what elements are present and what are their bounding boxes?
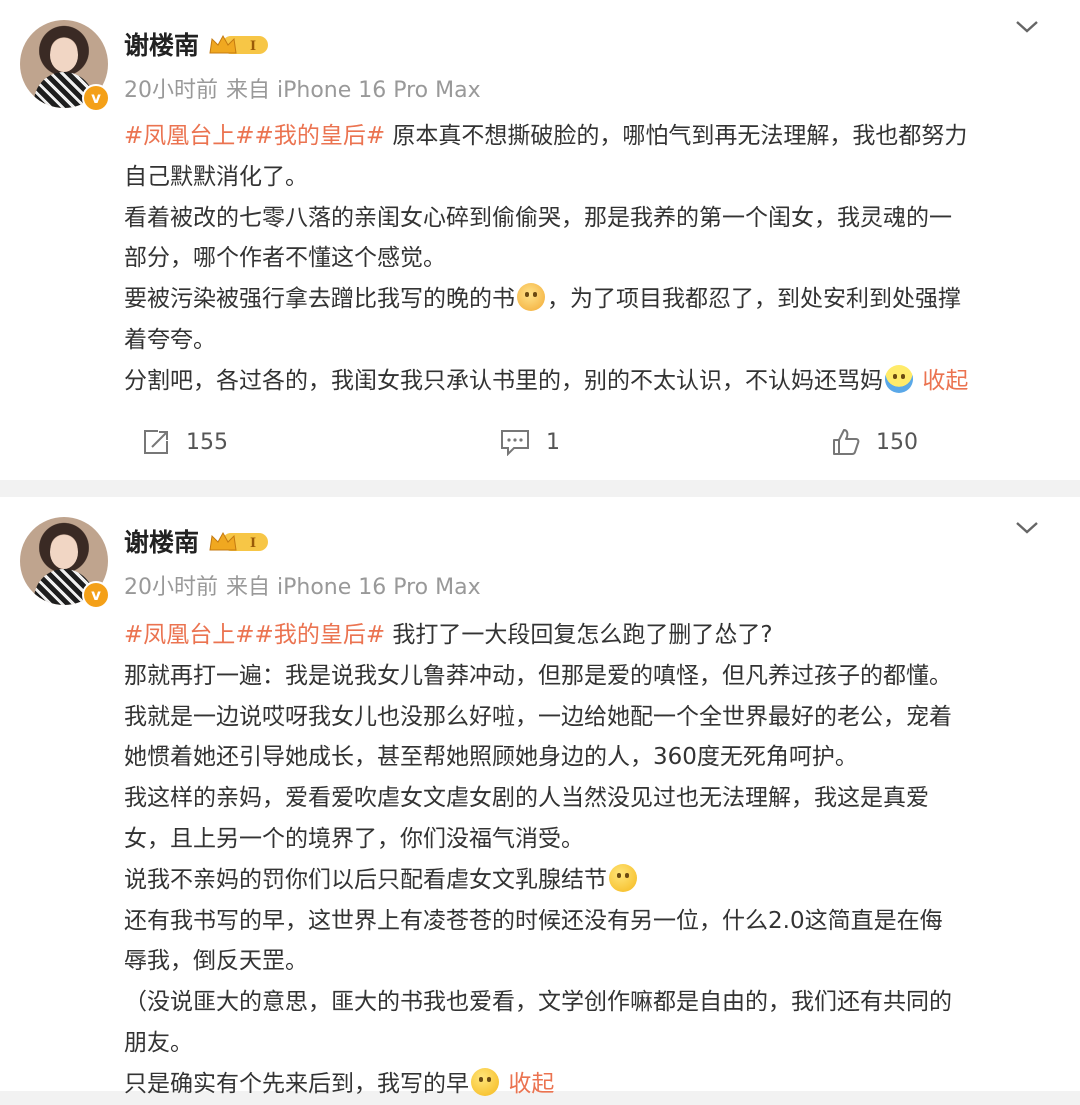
chevron-down-icon[interactable] <box>1014 515 1040 539</box>
emoji-icon <box>885 364 913 393</box>
comment-button[interactable]: 1 <box>500 428 560 456</box>
action-bar: 155 1 150 <box>0 420 1080 470</box>
post-source: 来自 iPhone 16 Pro Max <box>226 575 481 600</box>
post-meta: 20小时前 来自 iPhone 16 Pro Max <box>124 569 489 601</box>
like-button[interactable]: 150 <box>832 428 918 456</box>
hashtag[interactable]: #凤凰台上# <box>124 622 255 648</box>
comment-icon <box>501 430 529 456</box>
level-badge-icon: I <box>209 34 268 54</box>
repost-button[interactable]: 155 <box>142 428 228 456</box>
verified-badge-icon: v <box>82 84 110 112</box>
svg-text:I: I <box>250 536 256 551</box>
weibo-post-2: v 谢楼南 I 20小时前 来自 iPhone 16 Pro Max #凤凰台上#… <box>0 497 1080 1097</box>
like-icon <box>833 429 860 455</box>
collapse-link[interactable]: 收起 <box>508 1071 554 1097</box>
hashtag[interactable]: #我的皇后# <box>255 622 386 648</box>
post-meta: 20小时前 来自 iPhone 16 Pro Max <box>124 72 489 104</box>
emoji-icon <box>517 283 545 312</box>
svg-text:I: I <box>250 39 256 54</box>
weibo-post-1: v 谢楼南 I 20小时前 来自 iPhone 16 Pro Max #凤凰台上#… <box>0 0 1080 480</box>
repost-icon <box>144 430 168 454</box>
post-text: #凤凰台上##我的皇后# 我打了一大段回复怎么跑了删了怂了? 那就再打一遍：我是… <box>124 622 952 1097</box>
username[interactable]: 谢楼南 <box>124 523 199 559</box>
collapse-link[interactable]: 收起 <box>922 368 968 394</box>
hashtag[interactable]: #我的皇后# <box>255 123 386 149</box>
post-time[interactable]: 20小时前 <box>124 78 218 103</box>
post-time[interactable]: 20小时前 <box>124 575 218 600</box>
post-text: #凤凰台上##我的皇后# 原本真不想撕破脸的，哪怕气到再无法理解，我也都努力 自… <box>124 123 969 394</box>
post-source: 来自 iPhone 16 Pro Max <box>226 78 481 103</box>
emoji-icon <box>609 863 637 892</box>
verified-badge-icon: v <box>82 581 110 609</box>
emoji-icon <box>471 1067 499 1096</box>
level-badge-icon: I <box>209 531 268 551</box>
username[interactable]: 谢楼南 <box>124 26 199 62</box>
hashtag[interactable]: #凤凰台上# <box>124 123 255 149</box>
chevron-down-icon[interactable] <box>1014 14 1040 38</box>
